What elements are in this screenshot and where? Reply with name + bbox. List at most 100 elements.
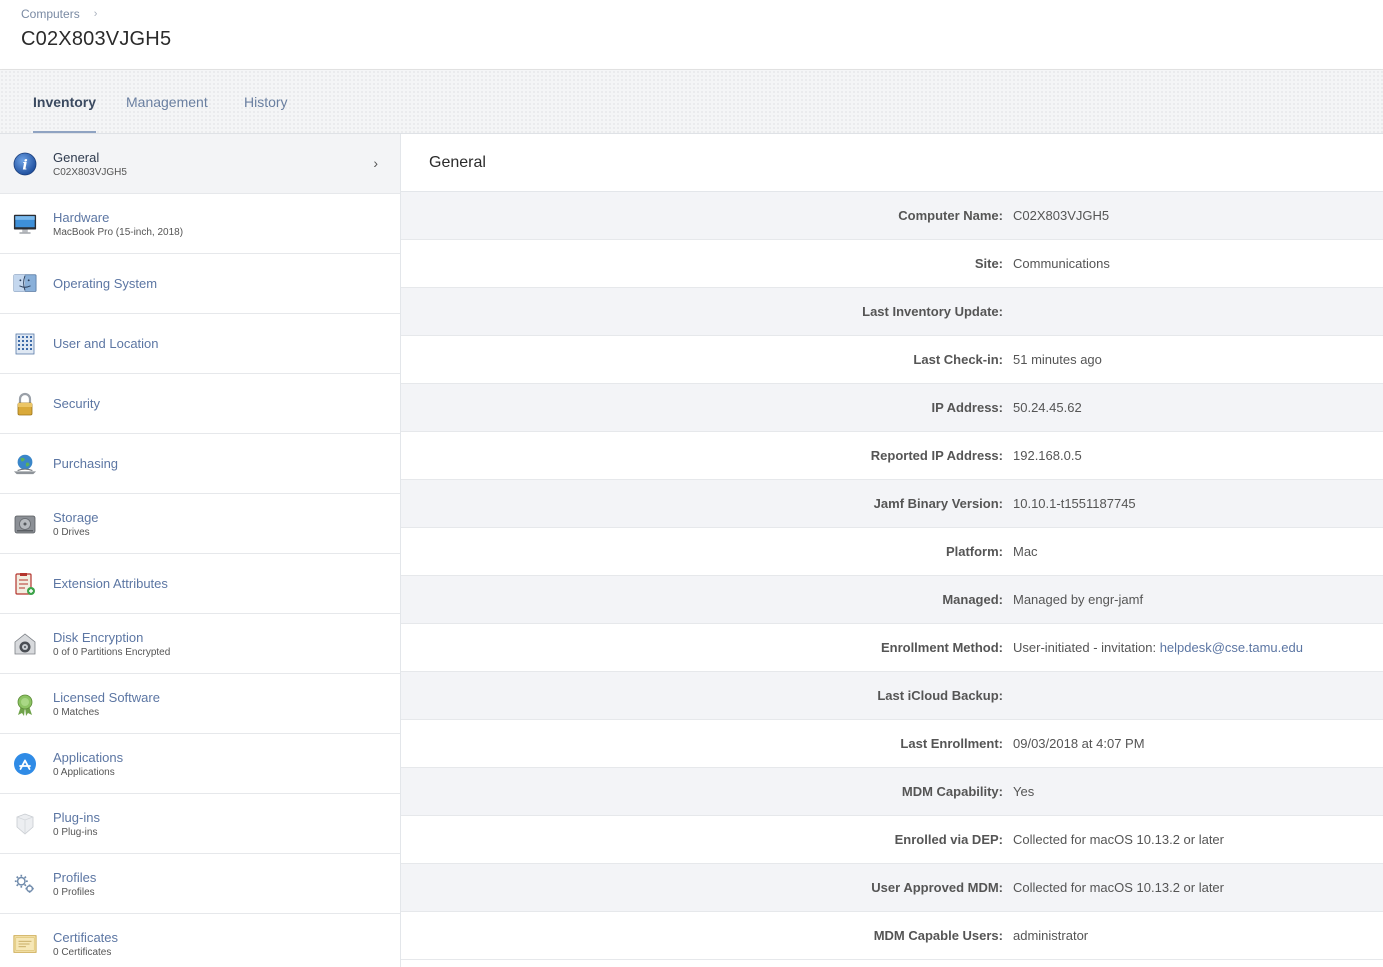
tab-inventory[interactable]: Inventory bbox=[33, 70, 97, 133]
detail-row-last-icloud-backup: Last iCloud Backup: bbox=[401, 672, 1383, 720]
app-store-icon bbox=[13, 752, 37, 776]
detail-row-platform: Platform: Mac bbox=[401, 528, 1383, 576]
finder-icon bbox=[13, 272, 37, 296]
detail-label: Site: bbox=[974, 256, 1003, 271]
page-title: C02X803VJGH5 bbox=[21, 28, 172, 50]
sidebar-item-label: Certificates bbox=[53, 929, 119, 945]
sidebar-item-sublabel: 0 Profiles bbox=[53, 886, 95, 898]
sidebar-item-user-and-location[interactable]: User and Location bbox=[0, 314, 400, 374]
sidebar-item-label: Plug-ins bbox=[53, 809, 100, 825]
chevron-right-icon: › bbox=[373, 155, 378, 171]
detail-row-enrollment-method: Enrollment Method: User-initiated - invi… bbox=[401, 624, 1383, 672]
detail-value: Yes bbox=[1013, 784, 1035, 799]
sidebar-item-sublabel: 0 Certificates bbox=[53, 946, 112, 958]
sidebar-item-label: Purchasing bbox=[53, 456, 119, 471]
sidebar-item-label: Disk Encryption bbox=[53, 629, 144, 645]
clipboard-icon bbox=[13, 572, 37, 596]
sidebar-item-licensed-software[interactable]: Licensed Software 0 Matches bbox=[0, 674, 400, 734]
sidebar-item-label: Security bbox=[53, 396, 100, 411]
detail-value: 09/03/2018 at 4:07 PM bbox=[1013, 736, 1145, 751]
detail-value: administrator bbox=[1013, 928, 1089, 943]
detail-value: Managed by engr-jamf bbox=[1013, 592, 1144, 607]
detail-row-jamf-binary-version: Jamf Binary Version: 10.10.1-t1551187745 bbox=[401, 480, 1383, 528]
gears-icon bbox=[13, 872, 37, 896]
sidebar-item-label: Applications bbox=[53, 749, 124, 765]
sidebar-item-hardware[interactable]: Hardware MacBook Pro (15-inch, 2018) bbox=[0, 194, 400, 254]
sidebar-item-extension-attributes[interactable]: Extension Attributes bbox=[0, 554, 400, 614]
sidebar-item-profiles[interactable]: Profiles 0 Profiles bbox=[0, 854, 400, 914]
detail-value: C02X803VJGH5 bbox=[1013, 208, 1110, 223]
detail-row-user-approved-mdm: User Approved MDM: Collected for macOS 1… bbox=[401, 864, 1383, 912]
sidebar-item-label: Profiles bbox=[53, 869, 97, 885]
sidebar-item-sublabel: MacBook Pro (15-inch, 2018) bbox=[53, 226, 184, 238]
chevron-right-icon: › bbox=[93, 8, 98, 20]
detail-value: Communications bbox=[1013, 256, 1110, 271]
detail-label: Reported IP Address: bbox=[870, 448, 1003, 463]
info-icon: i bbox=[13, 152, 37, 176]
detail-row-ip-address: IP Address: 50.24.45.62 bbox=[401, 384, 1383, 432]
detail-row-last-inventory-update: Last Inventory Update: bbox=[401, 288, 1383, 336]
sidebar-item-sublabel: 0 Matches bbox=[53, 706, 100, 718]
tab-management[interactable]: Management bbox=[126, 70, 208, 133]
detail-row-computer-name: Computer Name: C02X803VJGH5 bbox=[401, 192, 1383, 240]
sidebar-item-general[interactable]: i General C02X803VJGH5 › bbox=[0, 134, 400, 194]
sidebar-item-sublabel: C02X803VJGH5 bbox=[53, 166, 127, 178]
sidebar-item-operating-system[interactable]: Operating System bbox=[0, 254, 400, 314]
detail-row-site: Site: Communications bbox=[401, 240, 1383, 288]
sidebar-item-label: Hardware bbox=[53, 209, 110, 225]
detail-label: Jamf Binary Version: bbox=[873, 496, 1003, 511]
sidebar-item-label: Storage bbox=[53, 509, 99, 525]
detail-row-reported-ip-address: Reported IP Address: 192.168.0.5 bbox=[401, 432, 1383, 480]
building-icon bbox=[13, 332, 37, 356]
drive-icon bbox=[13, 512, 37, 536]
detail-value: Collected for macOS 10.13.2 or later bbox=[1013, 832, 1224, 847]
sidebar-item-label: Operating System bbox=[53, 276, 158, 291]
helpdesk-email-link[interactable]: helpdesk@cse.tamu.edu bbox=[1160, 640, 1303, 655]
ribbon-icon bbox=[13, 692, 37, 716]
detail-label: MDM Capable Users: bbox=[873, 928, 1003, 943]
detail-label: Last Inventory Update: bbox=[862, 304, 1003, 319]
breadcrumb: Computers › bbox=[21, 7, 97, 21]
detail-row-mdm-capability: MDM Capability: Yes bbox=[401, 768, 1383, 816]
detail-label: Managed: bbox=[942, 592, 1003, 607]
monitor-icon bbox=[13, 212, 37, 236]
inventory-sidebar: i General C02X803VJGH5 › Hardware MacBoo… bbox=[0, 134, 401, 967]
breadcrumb-computers-link[interactable]: Computers bbox=[21, 7, 80, 21]
sidebar-item-sublabel: 0 Applications bbox=[53, 766, 115, 778]
detail-row-last-enrollment: Last Enrollment: 09/03/2018 at 4:07 PM bbox=[401, 720, 1383, 768]
detail-value: User-initiated - invitation: helpdesk@cs… bbox=[1013, 640, 1303, 655]
enrollment-method-text: User-initiated - invitation: bbox=[1013, 640, 1157, 655]
general-details-panel: General Computer Name: C02X803VJGH5 Site… bbox=[401, 134, 1383, 967]
detail-label: IP Address: bbox=[931, 400, 1003, 415]
detail-value: 50.24.45.62 bbox=[1013, 400, 1082, 415]
section-title: General bbox=[401, 134, 1383, 192]
sidebar-item-security[interactable]: Security bbox=[0, 374, 400, 434]
detail-value: Collected for macOS 10.13.2 or later bbox=[1013, 880, 1224, 895]
sidebar-item-sublabel: 0 Plug-ins bbox=[53, 826, 98, 838]
sidebar-item-label: Extension Attributes bbox=[53, 576, 168, 591]
sidebar-item-certificates[interactable]: Certificates 0 Certificates bbox=[0, 914, 400, 967]
sidebar-item-plug-ins[interactable]: Plug-ins 0 Plug-ins bbox=[0, 794, 400, 854]
certificate-icon bbox=[13, 932, 37, 956]
sidebar-item-applications[interactable]: Applications 0 Applications bbox=[0, 734, 400, 794]
detail-label: Computer Name: bbox=[898, 208, 1003, 223]
detail-label: Enrolled via DEP: bbox=[894, 832, 1003, 847]
sidebar-item-purchasing[interactable]: Purchasing bbox=[0, 434, 400, 494]
plugin-icon bbox=[13, 812, 37, 836]
lock-icon bbox=[13, 392, 37, 416]
sidebar-item-label: Licensed Software bbox=[53, 689, 160, 705]
svg-text:i: i bbox=[22, 158, 27, 174]
detail-label: MDM Capability: bbox=[901, 784, 1003, 799]
detail-row-enrolled-via-dep: Enrolled via DEP: Collected for macOS 10… bbox=[401, 816, 1383, 864]
detail-value: 10.10.1-t1551187745 bbox=[1013, 496, 1136, 511]
detail-label: Platform: bbox=[945, 544, 1003, 559]
detail-label: Last iCloud Backup: bbox=[877, 688, 1003, 703]
sidebar-item-disk-encryption[interactable]: Disk Encryption 0 of 0 Partitions Encryp… bbox=[0, 614, 400, 674]
sidebar-item-storage[interactable]: Storage 0 Drives bbox=[0, 494, 400, 554]
detail-label: User Approved MDM: bbox=[871, 880, 1003, 895]
detail-value: 192.168.0.5 bbox=[1013, 448, 1082, 463]
tab-history[interactable]: History bbox=[244, 70, 288, 133]
sidebar-item-sublabel: 0 Drives bbox=[53, 526, 90, 538]
sidebar-item-sublabel: 0 of 0 Partitions Encrypted bbox=[53, 646, 171, 658]
globe-icon bbox=[13, 452, 37, 476]
